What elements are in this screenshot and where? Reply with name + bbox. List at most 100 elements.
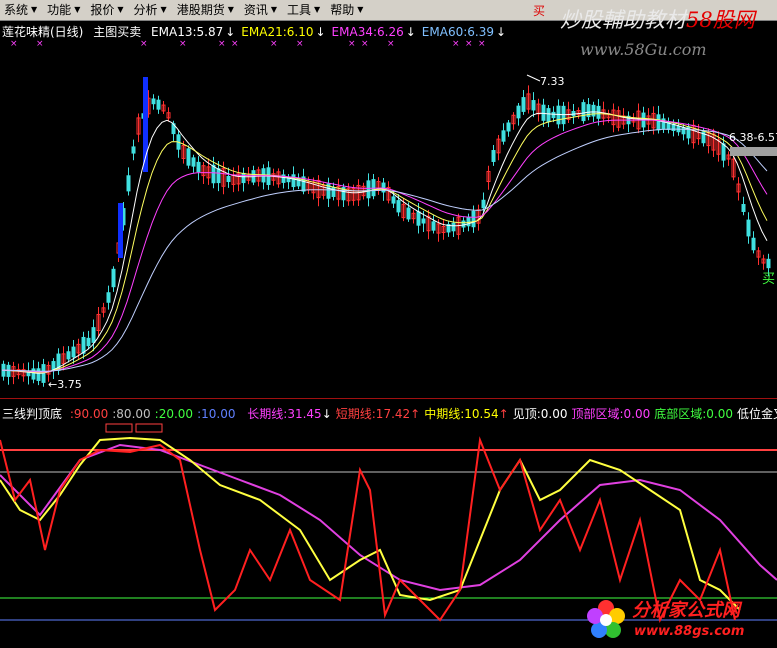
menu-analysis[interactable]: 分析 ▼ [130, 0, 173, 20]
low-price-label: ←3.75 [48, 378, 82, 391]
menu-news[interactable]: 资讯 ▼ [240, 0, 283, 20]
signal-marker: × [387, 39, 395, 49]
candle-body [126, 175, 131, 192]
chevron-down-icon: ▼ [117, 5, 124, 14]
arrow-up-icon: ↑ [498, 407, 509, 421]
candle-body [751, 237, 756, 251]
menu-function[interactable]: 功能 ▼ [43, 0, 86, 20]
candle-body [291, 174, 296, 188]
candle-body [431, 221, 436, 231]
line-label-0: 长期线:31.45 [247, 407, 322, 421]
high-price-label: 7.33 [540, 75, 565, 88]
candle-body [71, 346, 76, 358]
candle-body [656, 114, 661, 131]
candle-body [461, 220, 466, 228]
candle-body [406, 207, 411, 220]
indicator-lines: 长期线:31.45↓ 短期线:17.42↑ 中期线:10.54↑ 见顶:0.00 顶部区… [247, 407, 777, 421]
indicator-name: 三线判顶底 [2, 407, 63, 421]
arrow-up-icon: ↑ [410, 407, 421, 421]
signal-marker: × [231, 39, 239, 49]
menu-system[interactable]: 系统 ▼ [0, 0, 43, 20]
watermark-58gu: 炒股輔助教材58股网 [560, 4, 755, 34]
candle-body [521, 97, 526, 112]
candle-body [216, 168, 221, 184]
ema-label-0: EMA13:5.87 [151, 25, 224, 39]
panel-divider[interactable] [0, 398, 777, 399]
ema-label-2: EMA34:6.26 [331, 25, 404, 39]
menu-right-mark: 买 [532, 4, 545, 18]
menu-hk-futures-label: 港股期货 [176, 3, 225, 17]
signal-marker: × [218, 39, 226, 49]
signal-bar [118, 203, 123, 258]
menu-analysis-label: 分析 [133, 3, 158, 17]
arrow-down-icon: ↓ [321, 407, 332, 421]
menu-tools[interactable]: 工具 ▼ [283, 0, 326, 20]
top-zone-marker [135, 423, 163, 433]
candle-body [416, 211, 421, 226]
ema-label-3: EMA60:6.39 [421, 25, 494, 39]
candle-body [491, 150, 496, 162]
mid-term-line [0, 436, 741, 611]
arrow-down-icon: ↓ [495, 25, 507, 39]
watermark-url: www.58Gu.com [580, 40, 707, 59]
level-label-3: :10.00 [197, 407, 236, 421]
chevron-down-icon: ▼ [270, 5, 278, 14]
candle-body [211, 164, 216, 184]
candle-body [36, 368, 41, 381]
candle-body [111, 268, 116, 288]
candle-body [721, 143, 726, 161]
candle-body [471, 210, 476, 228]
buy-signal-label: 买 [762, 272, 775, 287]
candle-body [366, 180, 371, 199]
signal-marker: × [36, 39, 44, 49]
menu-tools-label: 工具 [287, 3, 312, 17]
signal-marker: × [465, 39, 473, 49]
candle-body [506, 122, 511, 132]
indicator-header: 三线判顶底 :90.00:80.00:20.00:10.00 长期线:31.45… [2, 405, 777, 422]
level-label-0: :90.00 [69, 407, 109, 421]
ema-label-1: EMA21:6.10 [241, 25, 314, 39]
menu-function-label: 功能 [47, 3, 72, 17]
candle-body [766, 258, 771, 269]
candle-body [741, 204, 746, 212]
signal-marker: × [348, 39, 356, 49]
high-arrow-icon [526, 74, 541, 82]
chevron-down-icon: ▼ [31, 5, 38, 14]
candle-body [196, 161, 201, 173]
candle-body [151, 98, 156, 105]
watermark-brand-red: 58股网 [686, 8, 755, 32]
signal-marker: × [296, 39, 304, 49]
candle-body [241, 172, 246, 184]
candle-body [581, 102, 586, 122]
signal-marker: × [478, 39, 486, 49]
line-label-2: 中期线:10.54 [424, 407, 499, 421]
chart-canvas[interactable]: × × × × × × × × × × × × × × 7.33 ←3.75 6.38-6.57 买 [0, 20, 777, 648]
candle-body [396, 200, 401, 213]
candle-body [226, 175, 231, 183]
candle-body [86, 337, 91, 347]
candle-body [371, 179, 376, 197]
chevron-down-icon: ▼ [227, 5, 234, 14]
candle-body [451, 222, 456, 232]
logo-url: www.88gs.com [634, 624, 745, 639]
candle-body [131, 146, 136, 154]
signal-marker: × [10, 39, 18, 49]
candle-body [391, 196, 396, 204]
menu-news-label: 资讯 [243, 3, 268, 17]
menu-hk-futures[interactable]: 港股期货 ▼ [173, 0, 240, 20]
menu-quote[interactable]: 报价 ▼ [86, 0, 129, 20]
candle-body [541, 104, 546, 121]
line-label-5: 底部区域:0.00 [654, 407, 733, 421]
menu-help[interactable]: 帮助 ▼ [326, 0, 369, 20]
menu-help-label: 帮助 [330, 3, 355, 17]
candle-body [191, 157, 196, 167]
line-label-6: 低位金叉:0 [737, 407, 777, 421]
logo-text: 分析家公式网 [632, 600, 740, 621]
signal-marker: × [179, 39, 187, 49]
line-label-4: 顶部区域:0.00 [571, 407, 651, 421]
candle-body [91, 327, 96, 343]
main-chart-header: 莲花味精(日线) 主图买卖 EMA13:5.87 ↓ EMA21:6.10 ↓ EMA3… [2, 23, 518, 40]
candle-body [66, 351, 71, 360]
candle-body [681, 127, 686, 135]
candle-body [156, 99, 161, 110]
